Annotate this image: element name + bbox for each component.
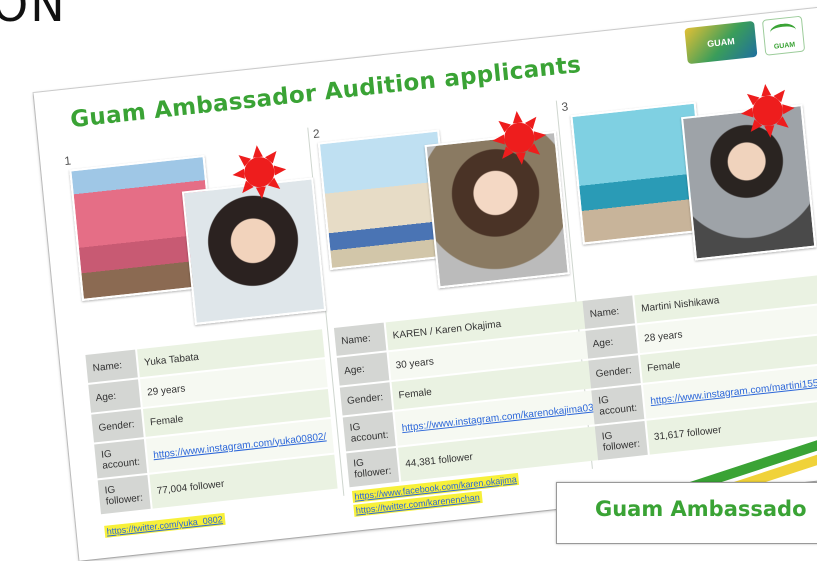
label-gender: Gender: — [91, 409, 144, 443]
applicant-number: 1 — [63, 153, 72, 169]
applicant-card-1: 1 Name: Yuka Tabata Age: 29 years Gender: F… — [62, 127, 345, 543]
sun-ray — [232, 168, 245, 181]
label-age: Age: — [336, 352, 390, 386]
label-age: Age: — [88, 379, 141, 413]
wave-icon — [769, 22, 797, 41]
sun-ray — [760, 83, 772, 97]
next-slide-preview: Guam Ambassado — [556, 482, 817, 544]
sun-ray — [273, 164, 287, 176]
label-age: Age: — [585, 325, 638, 359]
label-ig-account: IG account: — [342, 412, 396, 452]
sun-ray — [515, 152, 527, 166]
partial-heading-text: ON — [0, 0, 67, 32]
label-gender: Gender: — [588, 355, 641, 389]
sun-ray — [533, 129, 547, 142]
sun-icon — [230, 142, 289, 202]
sun-ray — [255, 186, 267, 200]
guam-bureau-logo: GUAM — [684, 20, 758, 65]
sun-icon — [738, 81, 797, 141]
sun-icon — [490, 108, 549, 168]
sun-ray — [764, 125, 776, 139]
next-slide-title: Guam Ambassado — [595, 497, 807, 521]
sun-ray — [251, 144, 263, 158]
applicant-number: 3 — [560, 99, 569, 115]
label-gender: Gender: — [339, 382, 393, 416]
applicant-card-2: 2 Name: KAREN / Karen Okajima Age: 30 year… — [310, 100, 619, 517]
label-ig-follower: IG follower: — [594, 420, 648, 461]
guam-wave-logo: GUAM — [761, 15, 806, 56]
applicant-info-table: Name: Martini Nishikawa Age: 28 years Gend… — [580, 273, 817, 463]
applicant-info-table: Name: KAREN / Karen Okajima Age: 30 years … — [332, 297, 621, 490]
sun-ray — [782, 102, 796, 115]
label-name: Name: — [582, 295, 635, 329]
label-ig-follower: IG follower: — [346, 447, 400, 488]
label-name: Name: — [85, 349, 138, 383]
applicant-card-3: 3 Name: Martini Nishikawa Age: 28 years Ge… — [559, 74, 817, 489]
sun-ray — [491, 134, 505, 146]
label-name: Name: — [333, 322, 387, 356]
sun-ray — [511, 110, 523, 124]
label-ig-account: IG account: — [94, 439, 147, 479]
applicant-info-table: Name: Yuka Tabata Age: 29 years Gender: Fem… — [83, 327, 339, 516]
applicants-slide: Guam Ambassador Audition applicants GUAM… — [33, 7, 817, 561]
applicant-number: 2 — [312, 126, 321, 142]
sun-ray — [740, 107, 754, 119]
twitter-link[interactable]: https://twitter.com/yuka_0802 — [104, 512, 226, 538]
logo-group: GUAM GUAM — [684, 15, 806, 65]
label-ig-follower: IG follower: — [97, 474, 151, 515]
label-ig-account: IG account: — [591, 385, 645, 425]
